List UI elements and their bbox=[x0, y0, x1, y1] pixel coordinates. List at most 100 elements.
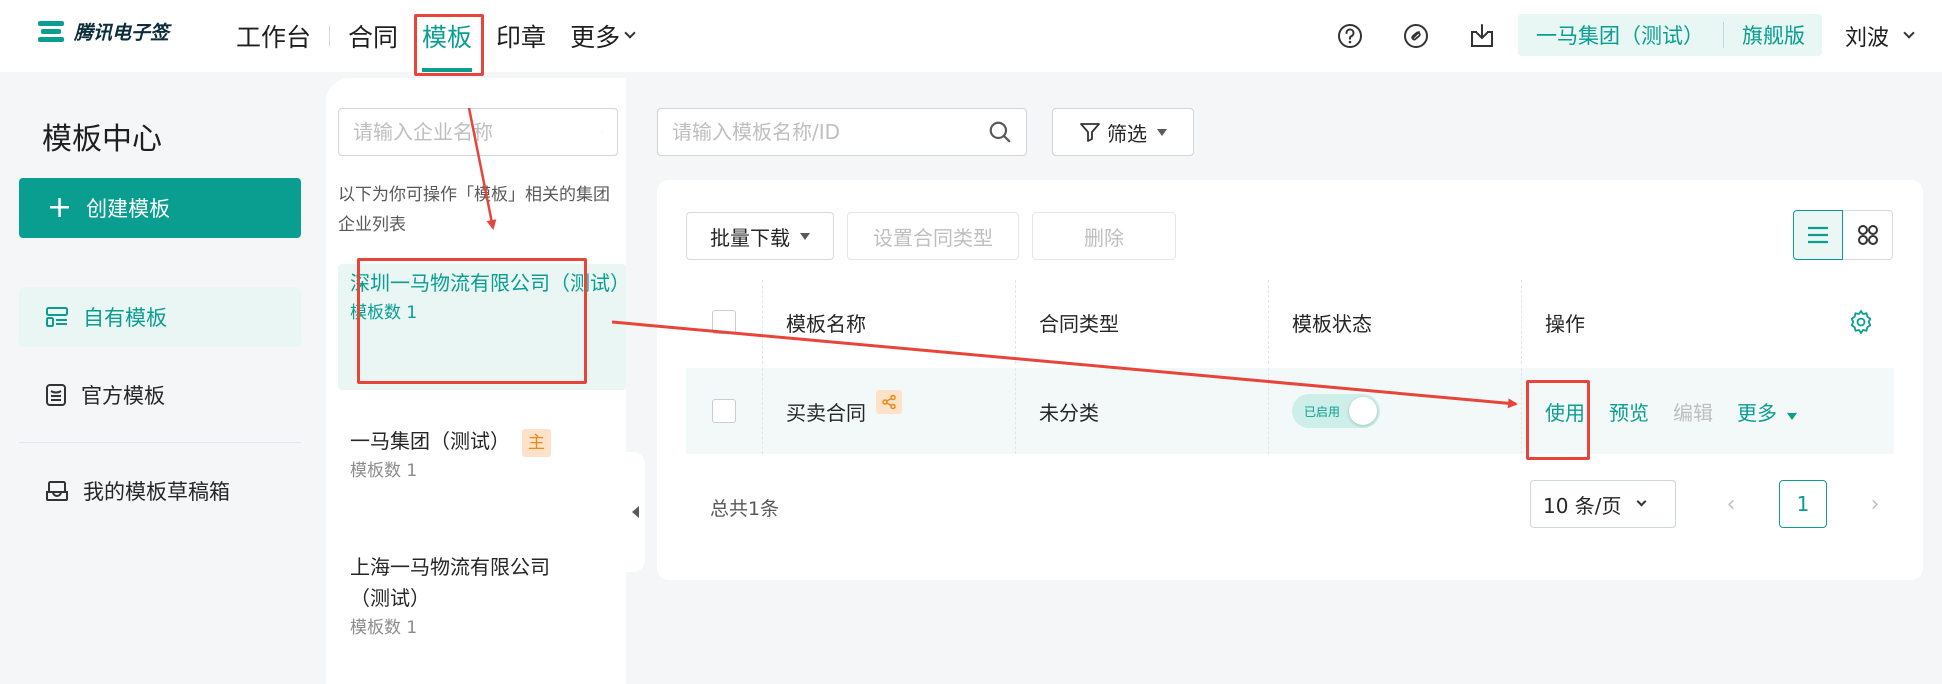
caret-down-icon bbox=[800, 232, 810, 240]
template-count: 模板数 1 bbox=[350, 461, 418, 481]
use-action[interactable]: 使用 bbox=[1545, 397, 1585, 426]
sidebar-item-label: 官方模板 bbox=[81, 384, 165, 408]
caret-down-icon bbox=[1157, 128, 1167, 136]
help-icon[interactable] bbox=[1330, 16, 1370, 56]
edition-badge: 旗舰版 bbox=[1742, 24, 1805, 48]
preview-action[interactable]: 预览 bbox=[1609, 397, 1649, 426]
company-item[interactable]: 上海一马物流有限公司（测试） 模板数 1 bbox=[338, 552, 578, 642]
nav-template[interactable]: 模板 bbox=[422, 0, 473, 72]
sidebar-item-label: 我的模板草稿箱 bbox=[83, 480, 230, 504]
template-name[interactable]: 买卖合同 bbox=[786, 397, 866, 426]
header-actions: 操作 bbox=[1521, 280, 1894, 364]
list-view-icon bbox=[1808, 226, 1828, 244]
create-template-button[interactable]: + 创建模板 bbox=[19, 178, 301, 238]
view-toggle bbox=[1793, 210, 1893, 260]
main-company-badge: 主 bbox=[522, 429, 551, 457]
grid-view-icon bbox=[1857, 225, 1878, 245]
sidebar-item-official-templates[interactable]: 官方模板 bbox=[19, 365, 301, 425]
nav-workbench[interactable]: 工作台 bbox=[236, 0, 311, 72]
search-icon[interactable] bbox=[988, 120, 1012, 144]
delete-button[interactable]: 删除 bbox=[1032, 212, 1176, 260]
nav-seal[interactable]: 印章 bbox=[496, 0, 546, 72]
gear-icon[interactable] bbox=[1848, 309, 1874, 335]
company-item[interactable]: 一马集团（测试） 主 模板数 1 bbox=[338, 426, 626, 516]
template-search-input[interactable] bbox=[658, 120, 988, 144]
company-item[interactable]: 深圳一马物流有限公司（测试） 模板数 1 bbox=[338, 264, 630, 390]
batch-download-button[interactable]: 批量下载 bbox=[686, 212, 834, 260]
top-bar: 腾讯电子签 工作台 合同 模板 印章 更多 一马集团（测试） 旗舰版 刘波 bbox=[0, 0, 1942, 72]
nav-contract[interactable]: 合同 bbox=[348, 0, 398, 72]
create-template-label: 创建模板 bbox=[86, 197, 171, 221]
toggle-knob bbox=[1349, 397, 1377, 425]
header-actions-label: 操作 bbox=[1545, 311, 1585, 336]
template-search bbox=[657, 108, 1027, 156]
pagination: ‹ 1 › bbox=[1707, 480, 1899, 528]
org-name: 一马集团（测试） bbox=[1536, 24, 1704, 48]
sidebar-item-own-templates[interactable]: 自有模板 bbox=[19, 287, 301, 347]
caret-left-icon bbox=[631, 506, 639, 518]
user-menu[interactable]: 刘波 bbox=[1845, 20, 1915, 52]
total-count: 总共1条 bbox=[710, 498, 780, 520]
table-header: 模板名称 合同类型 模板状态 操作 bbox=[686, 280, 1894, 364]
chevron-down-icon bbox=[1903, 27, 1915, 39]
link-icon[interactable] bbox=[1396, 16, 1436, 56]
top-icons bbox=[1330, 16, 1528, 56]
company-name: 一马集团（测试） bbox=[350, 429, 510, 453]
page-size-select[interactable]: 10 条/页 bbox=[1530, 480, 1676, 528]
caret-down-icon bbox=[1787, 412, 1798, 420]
collapse-panel-toggle[interactable] bbox=[625, 452, 645, 572]
draft-box-icon bbox=[46, 481, 68, 501]
search-icon[interactable] bbox=[602, 121, 603, 143]
next-page-icon[interactable]: › bbox=[1851, 480, 1899, 528]
edit-action[interactable]: 编辑 bbox=[1673, 397, 1713, 426]
company-search bbox=[338, 108, 618, 156]
sidebar-item-label: 自有模板 bbox=[83, 306, 167, 330]
select-all-checkbox[interactable] bbox=[712, 310, 736, 334]
sidebar-item-drafts[interactable]: 我的模板草稿箱 bbox=[19, 461, 301, 521]
batch-download-label: 批量下载 bbox=[710, 225, 790, 250]
row-checkbox-cell bbox=[686, 368, 762, 454]
actions-cell: 使用 预览 编辑 更多 bbox=[1521, 368, 1894, 454]
org-switcher[interactable]: 一马集团（测试） 旗舰版 bbox=[1518, 14, 1822, 56]
company-name: 上海一马物流有限公司（测试） bbox=[350, 555, 550, 610]
filter-icon bbox=[1080, 123, 1100, 142]
filter-label: 筛选 bbox=[1107, 121, 1147, 146]
status-cell: 已启用 bbox=[1268, 368, 1521, 454]
company-name: 深圳一马物流有限公司（测试） bbox=[350, 271, 630, 295]
grid-view-button[interactable] bbox=[1843, 210, 1893, 260]
template-card: 批量下载 设置合同类型 删除 模板名称 合同类型 模板状态 操作 买卖合同 未分… bbox=[657, 180, 1923, 580]
more-action[interactable]: 更多 bbox=[1737, 397, 1798, 426]
logo-icon bbox=[36, 19, 66, 45]
nav-divider bbox=[329, 26, 331, 46]
status-toggle-label: 已启用 bbox=[1304, 404, 1341, 419]
table-row: 买卖合同 未分类 已启用 使用 预览 编辑 更多 bbox=[686, 368, 1894, 454]
contract-type-cell: 未分类 bbox=[1015, 368, 1268, 454]
sidebar-divider bbox=[19, 442, 301, 443]
company-name-row: 一马集团（测试） 主 bbox=[350, 426, 626, 457]
filter-button[interactable]: 筛选 bbox=[1052, 108, 1194, 156]
page-number[interactable]: 1 bbox=[1779, 480, 1827, 528]
header-checkbox-cell bbox=[686, 280, 762, 364]
chevron-down-icon bbox=[1636, 496, 1646, 506]
nav-more[interactable]: 更多 bbox=[570, 0, 636, 72]
template-count: 模板数 1 bbox=[350, 618, 418, 638]
prev-page-icon[interactable]: ‹ bbox=[1707, 480, 1755, 528]
header-contract-type: 合同类型 bbox=[1015, 280, 1268, 364]
status-toggle[interactable]: 已启用 bbox=[1292, 394, 1380, 428]
chevron-down-icon bbox=[624, 27, 636, 39]
company-list-hint: 以下为你可操作「模板」相关的集团企业列表 bbox=[338, 185, 610, 235]
list-view-button[interactable] bbox=[1793, 210, 1843, 260]
template-list-icon bbox=[46, 307, 68, 327]
user-name: 刘波 bbox=[1845, 26, 1890, 51]
download-icon[interactable] bbox=[1462, 16, 1502, 56]
template-count: 模板数 1 bbox=[350, 303, 418, 323]
row-checkbox[interactable] bbox=[712, 399, 736, 423]
header-template-status: 模板状态 bbox=[1268, 280, 1521, 364]
sidebar-title: 模板中心 bbox=[42, 122, 162, 157]
more-action-label: 更多 bbox=[1737, 400, 1777, 425]
set-contract-type-button[interactable]: 设置合同类型 bbox=[847, 212, 1019, 260]
logo[interactable]: 腾讯电子签 bbox=[36, 18, 169, 45]
company-search-input[interactable] bbox=[339, 120, 602, 144]
template-name-cell: 买卖合同 bbox=[762, 368, 1015, 454]
company-panel: 以下为你可操作「模板」相关的集团企业列表 深圳一马物流有限公司（测试） 模板数 … bbox=[326, 78, 630, 684]
